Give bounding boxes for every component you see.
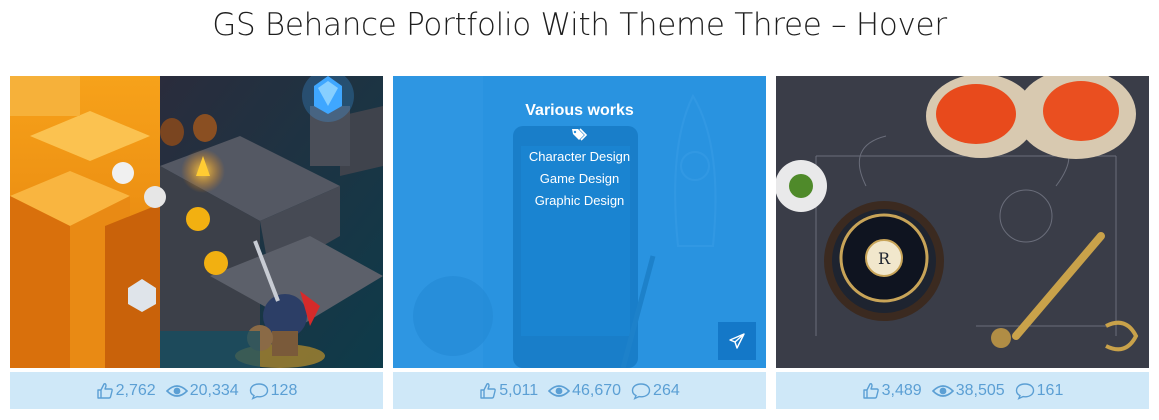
svg-text:R: R <box>878 249 891 268</box>
views-stat: 38,505 <box>931 381 1005 400</box>
eye-icon <box>548 384 571 397</box>
appreciations-count: 5,011 <box>499 381 539 399</box>
page-title: GS Behance Portfolio With Theme Three – … <box>212 7 947 43</box>
thumbs-up-icon <box>862 382 879 399</box>
tags-icon <box>571 128 588 142</box>
field-game-design: Game Design <box>539 171 620 186</box>
appreciations-count: 3,489 <box>881 381 922 399</box>
views-stat: 20,334 <box>165 381 239 400</box>
open-project-button[interactable] <box>718 322 756 360</box>
comments-stat: 161 <box>1015 381 1064 400</box>
comments-count: 128 <box>270 381 298 399</box>
project-stats-bar: 2,762 20,334 128 <box>10 372 383 409</box>
views-count: 46,670 <box>572 381 622 399</box>
comments-count: 161 <box>1036 381 1064 399</box>
project-stats-bar: 3,489 38,505 161 <box>776 372 1149 409</box>
views-stat: 46,670 <box>548 382 621 400</box>
project-title: Various works <box>525 102 634 119</box>
appreciations-stat: 3,489 <box>862 382 922 400</box>
portfolio-card[interactable]: 2,762 20,334 128 <box>10 76 383 409</box>
field-graphic-design: Graphic Design <box>534 193 625 208</box>
project-thumbnail[interactable]: R <box>776 76 1149 368</box>
comment-icon <box>249 382 268 400</box>
portfolio-card[interactable]: R 3,489 38,505 161 <box>776 76 1149 409</box>
paper-plane-icon <box>729 333 745 349</box>
eye-icon <box>165 384 188 397</box>
hover-overlay[interactable]: Various works Character Design Game Desi… <box>393 76 766 368</box>
appreciations-count: 2,762 <box>115 381 156 399</box>
portfolio-card-hovered[interactable]: Various works Character Design Game Desi… <box>393 76 766 409</box>
project-thumbnail[interactable]: Various works Character Design Game Desi… <box>393 76 766 368</box>
project-thumbnail[interactable] <box>10 76 383 368</box>
project-stats-bar: 5,011 46,670 264 <box>393 372 766 409</box>
views-count: 38,505 <box>955 381 1005 399</box>
comments-stat: 128 <box>249 381 298 400</box>
comment-icon <box>1015 382 1034 400</box>
comment-icon <box>631 382 651 400</box>
field-character-design: Character Design <box>528 149 631 164</box>
appreciations-stat: 2,762 <box>96 382 156 400</box>
thumbs-up-icon <box>480 382 497 399</box>
comments-stat: 264 <box>631 382 680 400</box>
caviar-artwork-image: R <box>776 76 1149 368</box>
thumbs-up-icon <box>96 382 113 399</box>
views-count: 20,334 <box>189 381 239 399</box>
eye-icon <box>931 384 954 397</box>
appreciations-stat: 5,011 <box>479 382 538 400</box>
comments-count: 264 <box>653 381 680 399</box>
game-artwork-image <box>10 76 383 368</box>
